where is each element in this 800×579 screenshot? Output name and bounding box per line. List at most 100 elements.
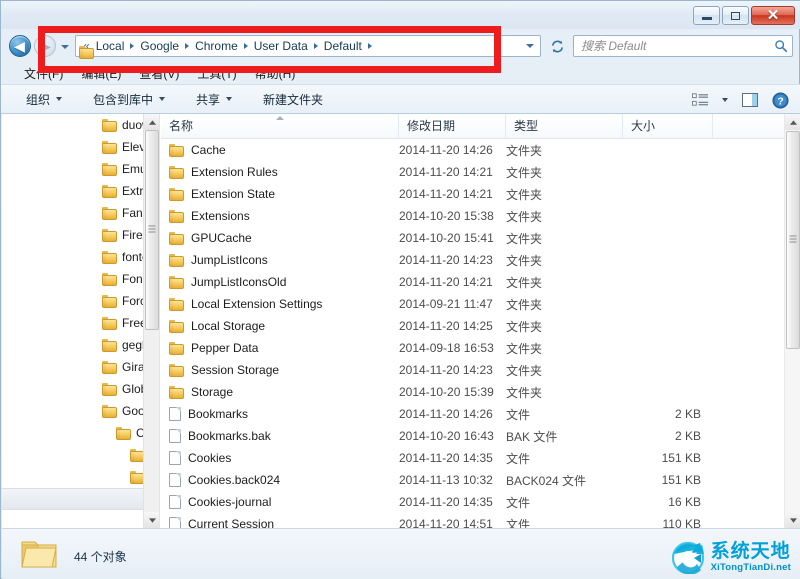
tree-item[interactable]: Extra	[2, 180, 159, 202]
cell-name: Cookies	[161, 451, 399, 465]
folder-tree: duow Eleva Emur Extra Fancy FireA fontc FontC Fo…	[2, 114, 159, 528]
table-row[interactable]: JumpListIconsOld 2014-11-20 14:21 文件夹	[161, 271, 784, 293]
preview-pane-icon	[742, 93, 758, 107]
back-button[interactable]: ◀	[9, 35, 31, 57]
table-row[interactable]: GPUCache 2014-10-20 15:41 文件夹	[161, 227, 784, 249]
folder-icon	[102, 382, 117, 396]
tree-item[interactable]: FontC	[2, 268, 159, 290]
table-row[interactable]: Cache 2014-11-20 14:26 文件夹	[161, 139, 784, 161]
cell-name: JumpListIcons	[161, 253, 399, 267]
column-header-type[interactable]: 类型	[506, 114, 623, 139]
view-layout-dropdown[interactable]	[717, 89, 733, 111]
navpane-scroll-thumb[interactable]	[145, 130, 159, 330]
breadcrumb-separator-icon[interactable]	[185, 43, 190, 49]
watermark-subtitle: XiTongTianDi.net	[710, 561, 791, 573]
navpane-scrollbar[interactable]	[143, 114, 159, 528]
tree-item[interactable]: gegl-	[2, 334, 159, 356]
refresh-circle-logo	[671, 541, 704, 574]
cell-type-label: 文件夹	[506, 209, 543, 224]
tree-item[interactable]: Force	[2, 290, 159, 312]
help-button[interactable]: ?	[767, 89, 793, 111]
view-layout-button[interactable]	[687, 89, 713, 111]
scroll-down-button[interactable]	[144, 512, 159, 528]
column-header-name[interactable]: 名称	[161, 114, 399, 139]
menu-item-tools[interactable]: 工具(T)	[188, 63, 245, 84]
tree-item[interactable]: U	[2, 466, 159, 488]
tree-item[interactable]: Emur	[2, 158, 159, 180]
breadcrumb-item-google[interactable]: Google	[137, 38, 182, 54]
explorer-content: duow Eleva Emur Extra Fancy FireA fontc FontC Fo…	[2, 114, 800, 528]
table-row[interactable]: Extension Rules 2014-11-20 14:21 文件夹	[161, 161, 784, 183]
table-row[interactable]: Storage 2014-10-20 15:39 文件夹	[161, 381, 784, 403]
breadcrumb-separator-icon[interactable]	[313, 43, 318, 49]
breadcrumb-separator-icon[interactable]	[130, 43, 135, 49]
recent-locations-button[interactable]	[59, 41, 71, 53]
menu-item-edit[interactable]: 编辑(E)	[72, 63, 130, 84]
breadcrumb-separator-icon[interactable]	[367, 43, 372, 49]
table-row[interactable]: Cookies 2014-11-20 14:35 文件 151 KB	[161, 447, 784, 469]
folder-icon	[20, 537, 58, 576]
table-row[interactable]: Session Storage 2014-11-20 14:23 文件夹	[161, 359, 784, 381]
tree-item[interactable]: FireA	[2, 224, 159, 246]
breadcrumb-item-default[interactable]: Default	[321, 38, 365, 54]
breadcrumb-item-user-data[interactable]: User Data	[251, 38, 311, 54]
table-row[interactable]: Extensions 2014-10-20 15:38 文件夹	[161, 205, 784, 227]
tree-item[interactable]: Freer	[2, 312, 159, 334]
close-button[interactable]: ✕	[751, 6, 795, 25]
new-folder-button[interactable]: 新建文件夹	[254, 87, 332, 112]
scroll-down-button[interactable]	[785, 512, 800, 528]
tree-item[interactable]: Eleva	[2, 136, 159, 158]
organize-button[interactable]: 组织	[17, 87, 71, 112]
table-row[interactable]: Cookies-journal 2014-11-20 14:35 文件 16 KB	[161, 491, 784, 513]
refresh-button[interactable]	[547, 37, 567, 56]
tree-item[interactable]: duow	[2, 114, 159, 136]
search-box[interactable]	[573, 35, 793, 57]
search-icon[interactable]	[774, 39, 788, 53]
file-icon	[169, 495, 181, 509]
table-row[interactable]: Local Storage 2014-11-20 14:25 文件夹	[161, 315, 784, 337]
file-list-scrollbar[interactable]	[784, 114, 800, 528]
table-row[interactable]: Bookmarks 2014-11-20 14:26 文件 2 KB	[161, 403, 784, 425]
scroll-up-button[interactable]	[144, 114, 159, 130]
tree-item[interactable]: Chr	[2, 422, 159, 444]
table-row[interactable]: Current Session 2014-11-20 14:51 文件 110 KB	[161, 513, 784, 528]
address-history-dropdown[interactable]	[522, 36, 538, 56]
tree-item[interactable]: Fancy	[2, 202, 159, 224]
cell-type-label: 文件夹	[506, 165, 543, 180]
breadcrumb-item-chrome[interactable]: Chrome	[192, 38, 241, 54]
table-row[interactable]: Local Extension Settings 2014-09-21 11:47…	[161, 293, 784, 315]
column-header-date[interactable]: 修改日期	[399, 114, 506, 139]
scroll-up-button[interactable]	[785, 114, 800, 130]
forward-arrow-icon: ▶	[40, 38, 51, 54]
table-row[interactable]: Extension State 2014-11-20 14:21 文件夹	[161, 183, 784, 205]
column-header-size[interactable]: 大小	[623, 114, 713, 139]
tree-item[interactable]: Glob	[2, 378, 159, 400]
search-input[interactable]	[581, 39, 774, 53]
tree-item[interactable]	[2, 510, 159, 528]
minimize-button[interactable]	[693, 6, 720, 25]
table-row[interactable]: Bookmarks.bak 2014-10-20 16:43 BAK 文件 2 KB	[161, 425, 784, 447]
file-list-scroll-thumb[interactable]	[786, 131, 800, 349]
table-row[interactable]: JumpListIcons 2014-11-20 14:23 文件夹	[161, 249, 784, 271]
tree-item[interactable]: Giraf	[2, 356, 159, 378]
new-folder-label: 新建文件夹	[263, 92, 324, 107]
tree-item[interactable]: fontc	[2, 246, 159, 268]
maximize-button[interactable]	[722, 6, 749, 25]
cell-date-label: 2014-09-18 16:53	[399, 341, 494, 355]
cell-name: Cookies-journal	[161, 495, 399, 509]
breadcrumb-item-local[interactable]: Local	[93, 38, 128, 54]
tree-item[interactable]: A	[2, 444, 159, 466]
tree-item[interactable]: Goog	[2, 400, 159, 422]
share-button[interactable]: 共享	[187, 87, 241, 112]
table-row[interactable]: Pepper Data 2014-09-18 16:53 文件夹	[161, 337, 784, 359]
address-bar[interactable]: « Local Google Chrome User Data Default	[75, 35, 541, 59]
menu-item-file[interactable]: 文件(F)	[15, 63, 72, 84]
menu-item-help[interactable]: 帮助(H)	[246, 63, 305, 84]
preview-pane-button[interactable]	[737, 89, 763, 111]
tree-item[interactable]	[2, 488, 159, 510]
menu-item-view[interactable]: 查看(V)	[130, 63, 188, 84]
table-row[interactable]: Cookies.back024 2014-11-13 10:32 BACK024 文…	[161, 469, 784, 491]
breadcrumb-separator-icon[interactable]	[243, 43, 248, 49]
include-in-library-button[interactable]: 包含到库中	[84, 87, 174, 112]
forward-button[interactable]: ▶	[34, 35, 56, 57]
